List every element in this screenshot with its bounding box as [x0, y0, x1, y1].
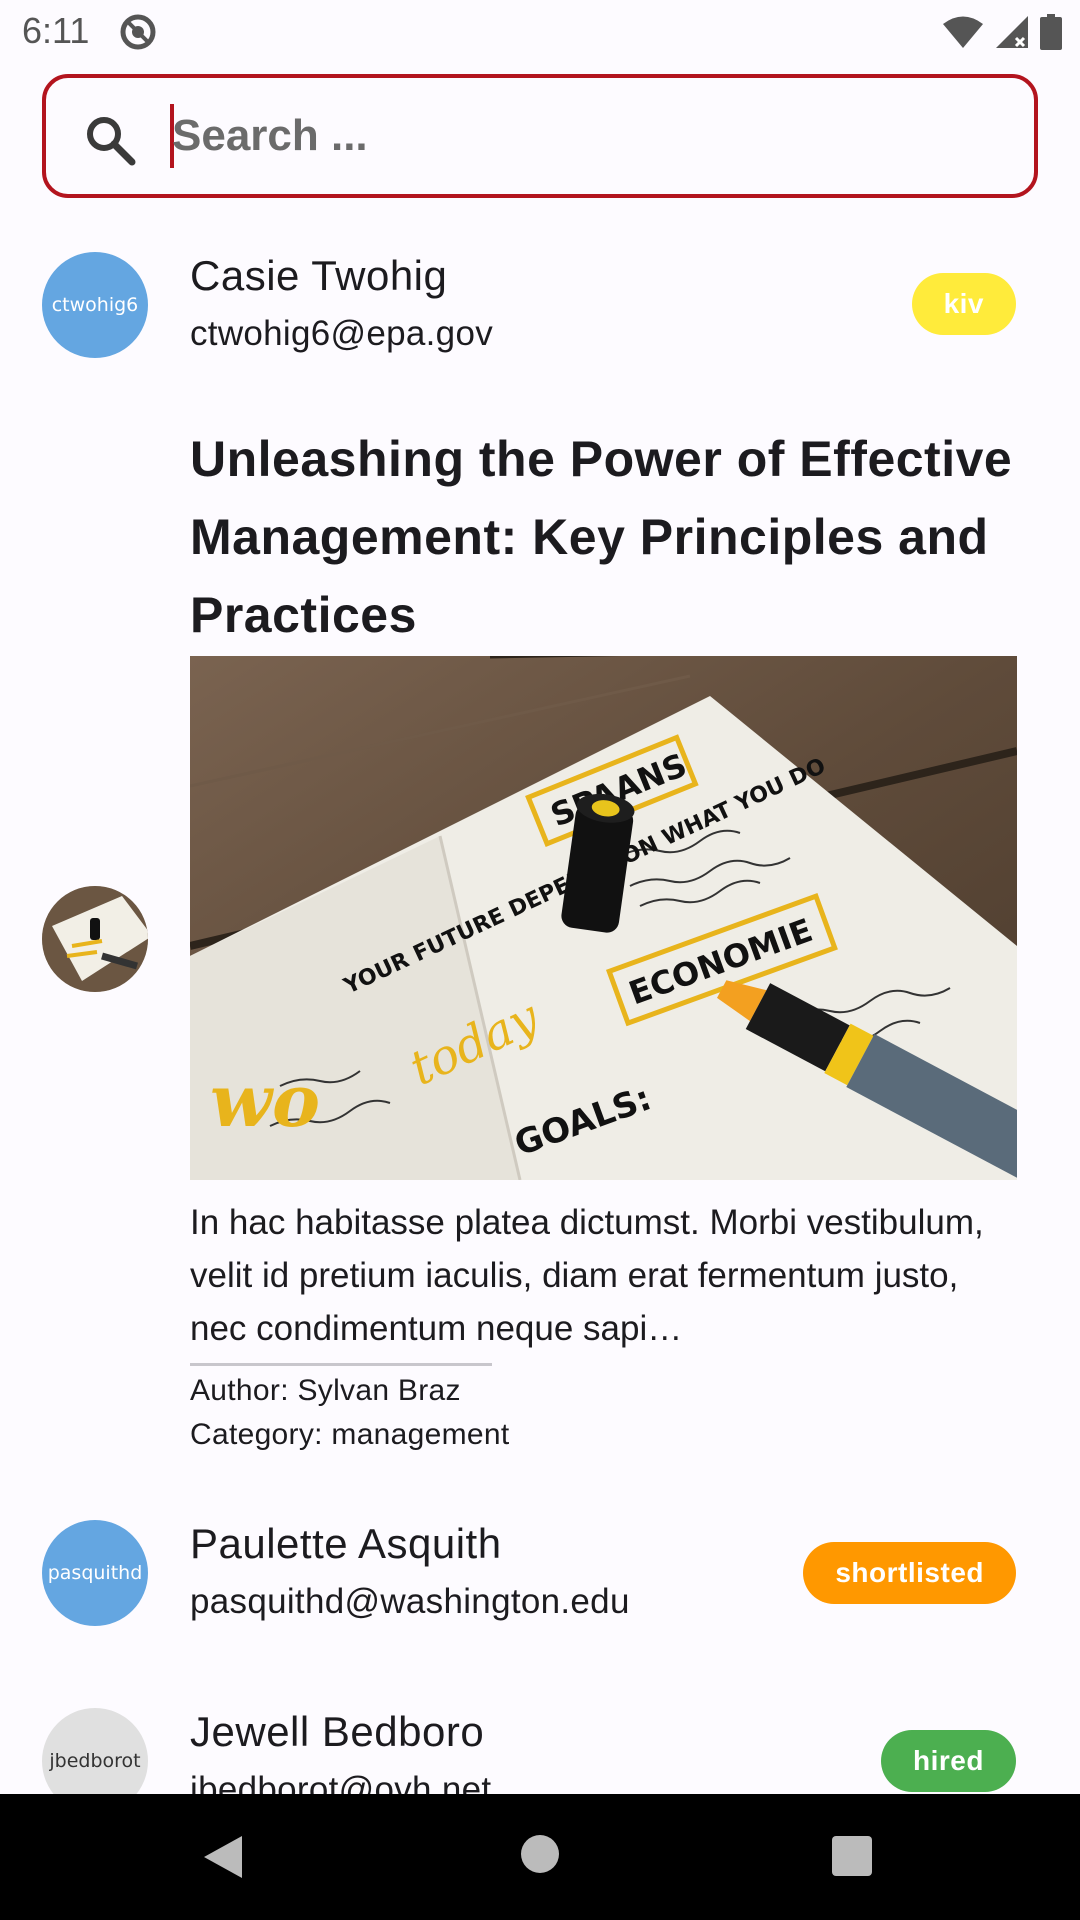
status-badge: shortlisted: [803, 1542, 1016, 1604]
candidate-email: pasquithd@washington.edu: [190, 1582, 630, 1621]
candidate-name[interactable]: Paulette Asquith: [190, 1520, 502, 1568]
navigation-bar: [0, 1794, 1080, 1920]
avatar[interactable]: ctwohig6: [42, 252, 148, 358]
article-body: In hac habitasse platea dictumst. Morbi …: [190, 1203, 984, 1348]
status-bar: 6:11: [0, 0, 1080, 64]
article-image[interactable]: SPAANS ECONOMIE YOUR FUTURE DEPENDS ON W…: [190, 656, 1017, 1180]
divider: [190, 1363, 492, 1366]
back-icon[interactable]: [202, 1834, 246, 1880]
article-title[interactable]: Unleashing the Power of Effective Manage…: [190, 420, 1030, 654]
recents-icon[interactable]: [832, 1836, 872, 1876]
svg-text:wo: wo: [210, 1058, 320, 1143]
status-icons: [942, 12, 1062, 52]
notebook-photo: SPAANS ECONOMIE YOUR FUTURE DEPENDS ON W…: [190, 656, 1017, 1180]
battery-icon: [1040, 14, 1062, 50]
avatar-text: ctwohig6: [51, 294, 139, 316]
article-avatar[interactable]: [42, 886, 148, 992]
candidate-name[interactable]: Jewell Bedboro: [190, 1708, 484, 1756]
wifi-icon: [943, 16, 983, 48]
article-category: Category: management: [190, 1418, 510, 1451]
article-avatar-thumbnail: [42, 886, 148, 992]
home-icon[interactable]: [520, 1834, 560, 1874]
avatar[interactable]: pasquithd: [42, 1520, 148, 1626]
candidate-name[interactable]: Casie Twohig: [190, 252, 447, 300]
avatar-text: pasquithd: [47, 1562, 143, 1584]
search-icon: [87, 117, 136, 166]
status-badge: kiv: [911, 273, 1016, 335]
search-input[interactable]: [172, 98, 992, 174]
status-badge: hired: [881, 1730, 1016, 1792]
candidate-email: ctwohig6@epa.gov: [190, 314, 494, 353]
status-time: 6:11: [22, 10, 90, 51]
signal-icon: [996, 16, 1028, 48]
search-box[interactable]: [42, 74, 1038, 198]
avatar-text: jbedborot: [49, 1750, 141, 1772]
app-notification-icon: [120, 14, 156, 50]
article-author: Author: Sylvan Braz: [190, 1374, 461, 1407]
